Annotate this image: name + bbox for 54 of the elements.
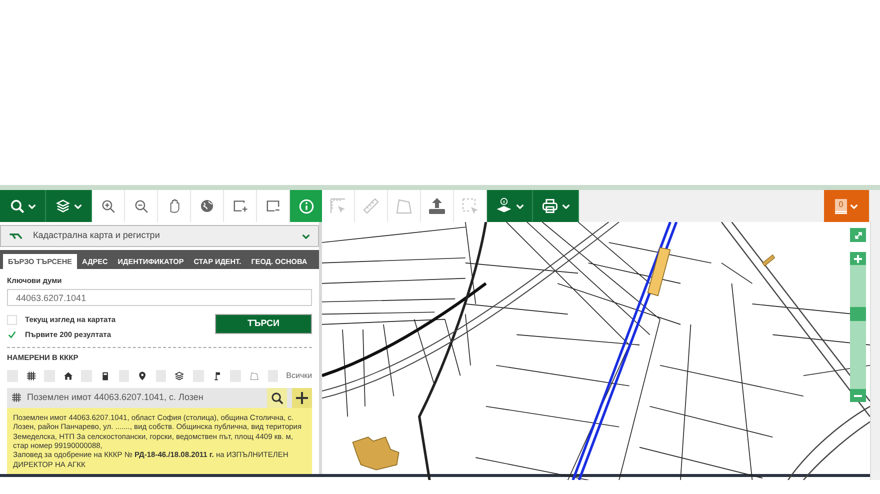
caret-icon bbox=[74, 204, 82, 208]
location-pin-icon bbox=[137, 370, 148, 382]
zoom-in-icon bbox=[100, 198, 116, 214]
layer-info-icon bbox=[495, 197, 513, 215]
caret-icon bbox=[28, 204, 36, 208]
ruler-icon bbox=[361, 196, 381, 216]
grid-icon bbox=[11, 392, 22, 404]
printer-icon bbox=[541, 197, 559, 215]
upload-icon bbox=[427, 196, 447, 216]
rectangle-minus-icon bbox=[265, 198, 281, 214]
plus-icon bbox=[854, 254, 862, 262]
device-icon bbox=[100, 370, 111, 382]
caret-icon bbox=[516, 204, 524, 208]
measure-area-icon bbox=[328, 196, 348, 216]
tool-button[interactable] bbox=[46, 190, 92, 222]
globe-icon bbox=[199, 198, 215, 214]
search-button[interactable] bbox=[267, 388, 287, 408]
house-icon bbox=[62, 370, 74, 382]
caret-icon bbox=[562, 204, 570, 208]
tool-button[interactable] bbox=[487, 190, 533, 222]
result-title: Поземлен имот 44063.6207.1041, с. Лозен bbox=[27, 391, 204, 404]
add-button[interactable] bbox=[292, 388, 312, 408]
keywords-field[interactable]: 44063.6207.1041 bbox=[7, 289, 312, 306]
layer-name: Кадастрална карта и регистри bbox=[33, 229, 161, 242]
zoom-slider[interactable] bbox=[850, 265, 866, 389]
cadastral-map-drawing[interactable] bbox=[322, 222, 870, 480]
expand-icon bbox=[854, 230, 862, 240]
layers-icon bbox=[55, 198, 71, 214]
zoom-in-button[interactable] bbox=[850, 252, 866, 265]
search-button[interactable]: ТЪРСИ bbox=[215, 314, 312, 334]
caret-icon bbox=[302, 234, 310, 238]
search-icon bbox=[270, 390, 284, 405]
rectangle-plus-icon bbox=[232, 198, 248, 214]
tool-button[interactable] bbox=[0, 190, 46, 222]
map-scrollbar[interactable] bbox=[870, 222, 880, 480]
result-item[interactable]: Поземлен имот 44063.6207.1041, с. Лозен bbox=[7, 388, 312, 408]
tool-button[interactable] bbox=[533, 190, 579, 222]
layer-dropdown[interactable]: Кадастрална карта и регистри bbox=[0, 225, 319, 247]
polygon-icon bbox=[248, 370, 260, 382]
map-layer-icon bbox=[9, 232, 23, 240]
select-area-icon bbox=[460, 196, 480, 216]
flag-marker-icon bbox=[212, 370, 222, 382]
caret-icon bbox=[850, 204, 858, 208]
zoom-out-button[interactable] bbox=[850, 389, 866, 402]
zoom-slider-thumb[interactable] bbox=[850, 306, 866, 321]
zoom-out-icon bbox=[133, 198, 149, 214]
info-icon bbox=[298, 198, 314, 214]
filter-label: Всички bbox=[286, 370, 312, 382]
grid-icon bbox=[26, 370, 36, 382]
search-icon bbox=[9, 198, 25, 214]
cart-count: 0 bbox=[834, 198, 848, 214]
layers-icon bbox=[174, 370, 186, 382]
fullscreen-button[interactable] bbox=[850, 228, 866, 242]
plus-icon bbox=[296, 392, 308, 404]
